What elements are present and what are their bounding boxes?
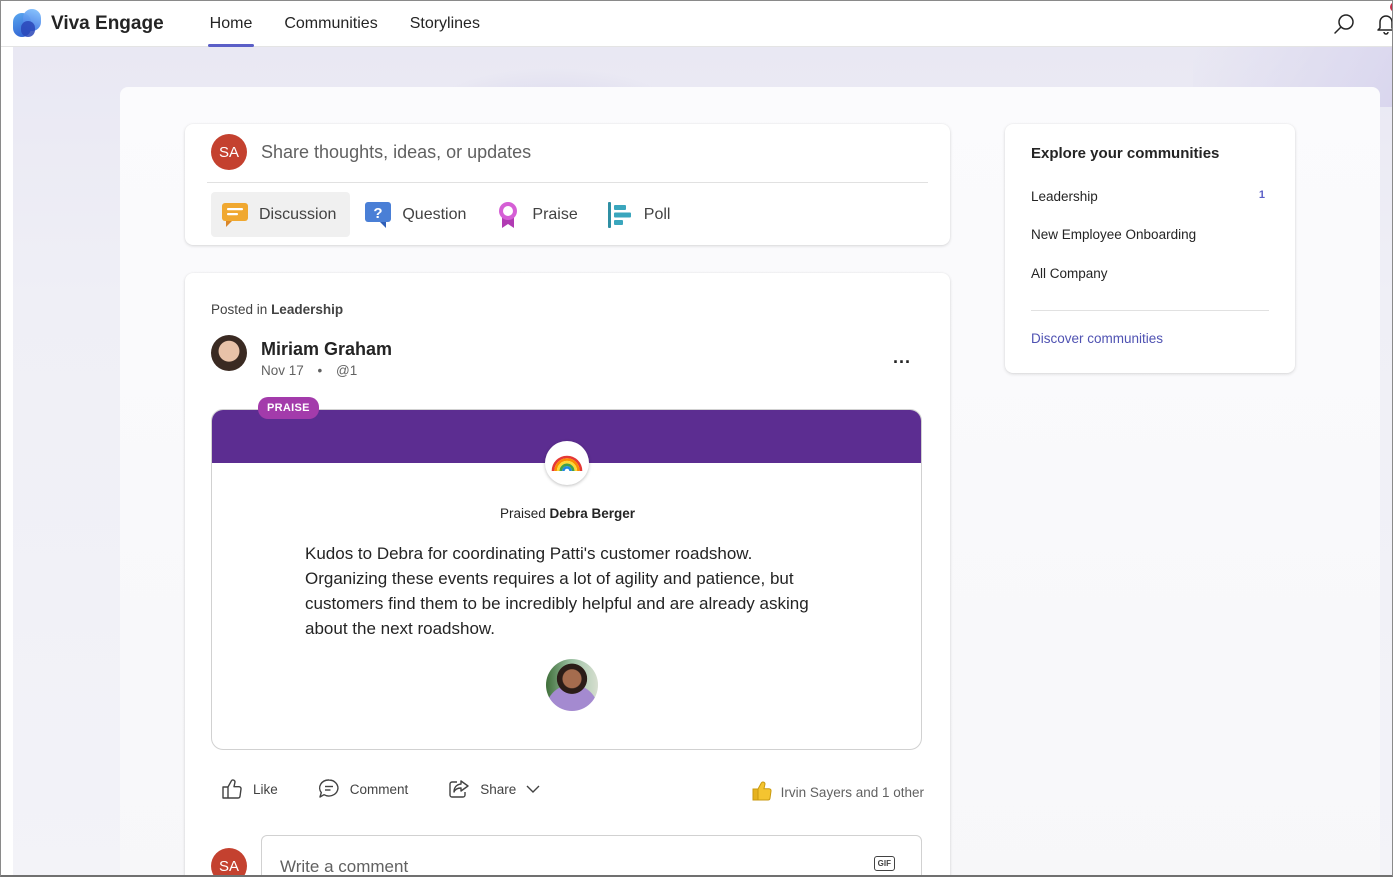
question-icon: ? (364, 201, 392, 229)
post-card: Posted in Leadership Miriam Graham Nov 1… (185, 273, 950, 876)
avatar[interactable] (546, 659, 598, 711)
question-label: Question (402, 205, 467, 223)
like-icon (221, 778, 243, 800)
composer-card: SA Share thoughts, ideas, or updates Dis… (185, 124, 950, 245)
nav-storylines[interactable]: Storylines (394, 1, 496, 47)
comment-label: Comment (349, 781, 409, 797)
chevron-down-icon[interactable] (526, 782, 540, 797)
reactions-text: Irvin Sayers and 1 other (780, 785, 924, 800)
post-actions: Like Comment Share (221, 778, 580, 800)
author-name[interactable]: Miriam Graham (261, 339, 392, 360)
like-button[interactable]: Like (221, 778, 278, 800)
search-icon[interactable] (1332, 12, 1356, 36)
community-name: All Company (1031, 266, 1108, 281)
avatar[interactable] (211, 335, 247, 371)
question-button[interactable]: ? Question (354, 192, 480, 237)
comment-button[interactable]: Comment (318, 778, 409, 800)
discover-communities-link[interactable]: Discover communities (1031, 331, 1163, 346)
praised-prefix: Praised (499, 506, 546, 521)
top-bar: Viva Engage Home Communities Storylines (1, 1, 1392, 47)
praise-badge (545, 441, 589, 485)
divider (207, 182, 928, 183)
composer-actions: Discussion ? Question Praise Poll (211, 192, 688, 237)
like-label: Like (253, 781, 278, 797)
praise-tag: PRAISE (258, 397, 319, 419)
praise-icon (494, 201, 522, 229)
comment-placeholder: Write a comment (280, 857, 409, 876)
community-name: Leadership (1031, 189, 1098, 204)
comment-input[interactable]: Write a comment GIF (261, 835, 922, 876)
meta-separator: • (317, 363, 323, 378)
post-meta: Nov 17 • @1 (261, 363, 357, 378)
poll-label: Poll (643, 205, 671, 223)
communities-panel: Explore your communities Leadership 1 Ne… (1005, 124, 1295, 373)
praise-label: Praise (532, 205, 578, 223)
posted-in-prefix: Posted in (211, 302, 268, 317)
poll-icon (606, 201, 634, 229)
nav-communities[interactable]: Communities (268, 1, 393, 47)
share-icon (448, 778, 470, 800)
discussion-icon (221, 201, 249, 229)
bell-icon (1377, 15, 1392, 35)
community-link[interactable]: Leadership (271, 302, 343, 317)
discussion-label: Discussion (259, 205, 337, 223)
post-date[interactable]: Nov 17 (261, 363, 304, 378)
poll-button[interactable]: Poll (596, 192, 685, 237)
svg-text:?: ? (374, 205, 383, 222)
app-name: Viva Engage (51, 12, 164, 34)
composer-input[interactable]: Share thoughts, ideas, or updates (261, 142, 531, 163)
app-window: Viva Engage Home Communities Storylines … (0, 0, 1393, 877)
praise-message: Kudos to Debra for coordinating Patti's … (305, 544, 809, 638)
seen-count[interactable]: @1 (336, 363, 357, 378)
comment-icon (318, 778, 340, 800)
posted-in: Posted in Leadership (211, 302, 343, 317)
main-nav: Home Communities Storylines (194, 1, 496, 47)
thumbs-up-icon (751, 780, 773, 805)
nav-home[interactable]: Home (194, 1, 269, 47)
praised-name[interactable]: Debra Berger (550, 506, 636, 521)
unread-count: 1 (1258, 189, 1265, 201)
community-item-all-company[interactable]: All Company (1031, 266, 1271, 281)
app-logo[interactable]: Viva Engage (13, 8, 164, 39)
community-name: New Employee Onboarding (1031, 227, 1197, 242)
avatar[interactable]: SA (211, 134, 247, 170)
divider (1031, 310, 1269, 311)
notifications-button[interactable] (1374, 2, 1392, 36)
top-actions (1332, 1, 1392, 47)
praise-button[interactable]: Praise (484, 192, 591, 237)
discussion-button[interactable]: Discussion (211, 192, 351, 237)
viva-engage-logo-icon (13, 8, 43, 39)
reactions-summary[interactable]: Irvin Sayers and 1 other (751, 780, 924, 805)
praised-line: Praised Debra Berger (185, 506, 950, 521)
avatar[interactable]: SA (211, 848, 247, 875)
more-options-button[interactable]: ... (893, 347, 911, 368)
rainbow-icon (551, 455, 583, 472)
gif-button[interactable]: GIF (873, 856, 895, 871)
community-item-leadership[interactable]: Leadership 1 (1031, 189, 1271, 204)
share-label: Share (480, 781, 517, 797)
community-item-new-employee-onboarding[interactable]: New Employee Onboarding (1031, 227, 1271, 242)
share-button[interactable]: Share (448, 778, 540, 800)
panel-title: Explore your communities (1031, 145, 1220, 162)
